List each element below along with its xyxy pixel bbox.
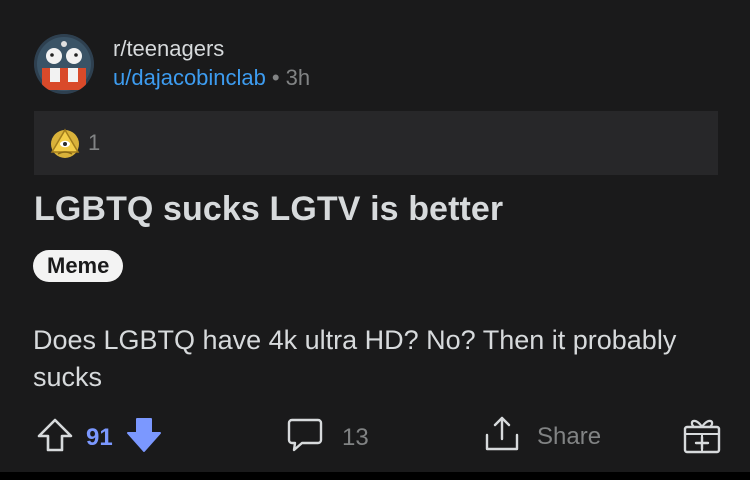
bottom-divider	[0, 472, 750, 480]
award-gift-icon	[682, 415, 722, 460]
award-count: 1	[88, 130, 101, 155]
award-icon	[48, 126, 82, 160]
comment-icon	[286, 416, 324, 459]
separator-dot: •	[271, 65, 280, 90]
upvote-icon[interactable]	[36, 417, 74, 458]
post-time: 3h	[285, 65, 311, 90]
post-meta: r/teenagers u/dajacobinclab • 3h	[113, 36, 310, 92]
vote-count: 91	[86, 423, 113, 451]
share-label: Share	[537, 422, 602, 450]
downvote-icon[interactable]	[125, 416, 163, 459]
comments-button[interactable]: 13	[286, 416, 369, 459]
share-button[interactable]: Share	[483, 415, 601, 458]
post-header: r/teenagers u/dajacobinclab • 3h	[34, 32, 310, 96]
post-flair[interactable]: Meme	[33, 250, 124, 282]
post-body: Does LGBTQ have 4k ultra HD? No? Then it…	[33, 325, 677, 392]
awards-bar[interactable]: 1	[34, 111, 718, 175]
username-link[interactable]: u/dajacobinclab	[113, 65, 266, 90]
post-actions: 91 13 Share	[0, 410, 750, 460]
subreddit-link[interactable]: r/teenagers	[113, 36, 310, 62]
post-card[interactable]: r/teenagers u/dajacobinclab • 3h 1 LGBTQ s…	[0, 0, 750, 472]
subreddit-avatar[interactable]	[34, 34, 94, 94]
comment-count: 13	[342, 423, 369, 451]
post-title[interactable]: LGBTQ sucks LGTV is better	[34, 190, 503, 229]
share-icon	[483, 415, 521, 458]
user-line: u/dajacobinclab • 3h	[113, 64, 310, 92]
award-gift-button[interactable]	[682, 415, 722, 460]
vote-group: 91	[36, 416, 163, 459]
